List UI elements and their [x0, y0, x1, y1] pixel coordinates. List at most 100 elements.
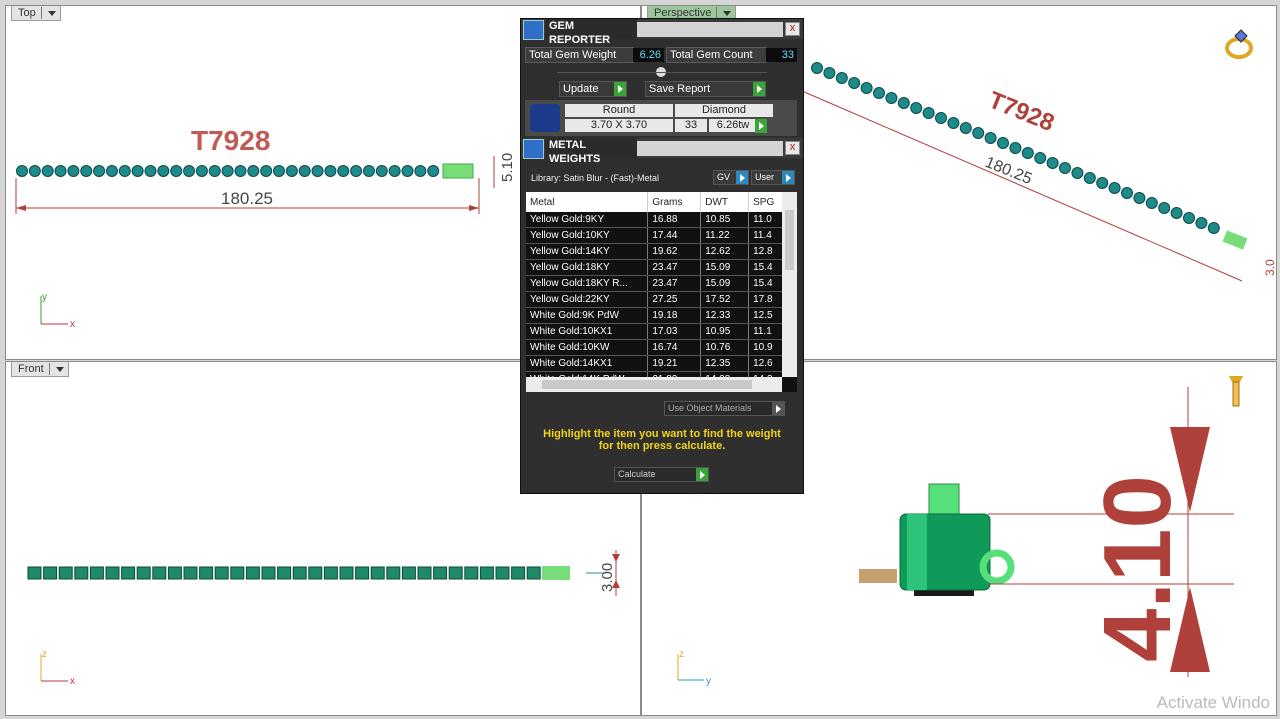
axis-x-label: x	[70, 676, 75, 687]
table-row[interactable]: Yellow Gold:14KY 19.62 12.62 12.8	[526, 243, 782, 260]
calculate-button[interactable]: Calculate	[614, 467, 709, 482]
gem	[131, 165, 144, 177]
column-header[interactable]: SPG	[748, 192, 782, 212]
use-object-materials-dropdown[interactable]: Use Object Materials	[664, 401, 785, 416]
instruction-text: Highlight the item you want to find the …	[543, 428, 781, 452]
gem	[350, 165, 363, 177]
gem-setting	[526, 566, 541, 580]
side-dimension: 3.0	[1263, 259, 1276, 276]
pin-icon[interactable]	[1229, 376, 1243, 407]
table-row[interactable]: Yellow Gold:9KY 16.88 10.85 11.0	[526, 212, 782, 228]
horizontal-scrollbar[interactable]	[526, 377, 782, 392]
gem	[234, 165, 247, 177]
vertical-scrollbar[interactable]	[782, 192, 797, 377]
gem-setting	[495, 566, 510, 580]
gem	[67, 165, 80, 177]
close-icon[interactable]: x	[785, 22, 800, 36]
chevron-down-icon[interactable]	[47, 10, 56, 16]
gem	[959, 122, 972, 134]
height-dimension: 4.10	[1084, 475, 1191, 662]
gem-go-button[interactable]	[755, 119, 767, 133]
close-icon[interactable]: x	[785, 141, 800, 155]
gem	[105, 165, 118, 177]
chevron-down-icon[interactable]	[55, 366, 64, 372]
table-row[interactable]: Yellow Gold:18KY 23.47 15.09 15.4	[526, 259, 782, 276]
gem-setting	[58, 566, 73, 580]
gem	[41, 165, 54, 177]
axis-z-label: z	[679, 649, 684, 660]
gem	[54, 165, 67, 177]
windows-activation-watermark: Activate Windo	[1156, 693, 1270, 712]
table-cell: Yellow Gold:10KY	[526, 227, 649, 244]
table-header-row: Metal Grams DWT SPG	[526, 192, 782, 212]
gv-toggle[interactable]: GV	[713, 170, 749, 185]
table-row[interactable]: White Gold:10KW 16.74 10.76 10.9	[526, 339, 782, 356]
gem	[118, 165, 131, 177]
gem-setting	[308, 566, 323, 580]
gem-setting	[167, 566, 182, 580]
length-dimension: 180.25	[221, 189, 273, 208]
column-header[interactable]: Grams	[647, 192, 702, 212]
ring-icon[interactable]	[1225, 29, 1253, 59]
save-report-button[interactable]: Save Report	[645, 81, 766, 97]
table-cell: 15.4	[748, 259, 782, 276]
total-gem-weight-value: 6.26	[633, 48, 664, 62]
table-cell: 17.03	[647, 323, 702, 340]
metal-table[interactable]: Metal Grams DWT SPG Yellow Gold:9KY 16.88 10.…	[526, 192, 797, 392]
table-cell: White Gold:10KX1	[526, 323, 649, 340]
total-gem-count-label: Total Gem Count	[666, 47, 767, 63]
table-cell: 11.0	[748, 212, 782, 228]
table-row[interactable]: White Gold:14KX1 19.21 12.35 12.6	[526, 355, 782, 372]
table-row[interactable]: Yellow Gold:10KY 17.44 11.22 11.4	[526, 227, 782, 244]
gem	[427, 165, 440, 177]
table-cell: 12.33	[700, 307, 750, 324]
gem-setting	[433, 566, 448, 580]
gem	[885, 92, 898, 104]
table-cell: 12.6	[748, 355, 782, 372]
gem-setting	[136, 566, 151, 580]
table-row[interactable]: Yellow Gold:18KY R... 23.47 15.09 15.4	[526, 275, 782, 292]
gem-chain	[16, 165, 440, 177]
gem-row[interactable]: Round Diamond 3.70 X 3.70 33 6.26tw	[525, 100, 797, 136]
viewport-tab-top[interactable]: Top	[11, 6, 61, 21]
update-button-label: Update	[563, 83, 599, 95]
play-icon	[614, 82, 626, 96]
gem	[1195, 217, 1208, 229]
viewport-tab-front[interactable]: Front	[11, 362, 69, 377]
gem	[860, 82, 873, 94]
metal-weights-titlebar[interactable]: METAL WEIGHTS x	[521, 138, 803, 165]
chevron-down-icon	[772, 402, 784, 415]
update-button[interactable]: Update	[559, 81, 627, 97]
table-row[interactable]: Yellow Gold:22KY 27.25 17.52 17.8	[526, 291, 782, 308]
play-icon	[753, 82, 765, 96]
chevron-down-icon[interactable]	[723, 10, 732, 16]
gem	[183, 165, 196, 177]
table-row[interactable]: White Gold:9K PdW 19.18 12.33 12.5	[526, 307, 782, 324]
gem	[337, 165, 350, 177]
gem	[144, 165, 157, 177]
gem-reporter-titlebar[interactable]: GEM REPORTER x	[521, 19, 803, 46]
gem	[157, 165, 170, 177]
table-cell: 10.85	[700, 212, 750, 228]
calculate-label: Calculate	[618, 469, 656, 479]
table-cell: 15.09	[700, 259, 750, 276]
gem	[935, 112, 947, 124]
table-cell: 11.4	[748, 227, 782, 244]
gem	[28, 165, 41, 177]
clasp-model	[859, 483, 1015, 596]
table-row[interactable]: White Gold:10KX1 17.03 10.95 11.1	[526, 323, 782, 340]
gem	[897, 97, 910, 109]
user-toggle[interactable]: User	[751, 170, 795, 185]
axis-y-label: y	[42, 292, 47, 303]
gem	[835, 72, 848, 84]
gem	[324, 165, 337, 177]
gem	[1071, 167, 1084, 179]
column-header[interactable]: DWT	[700, 192, 750, 212]
gem-setting	[464, 566, 479, 580]
table-cell: Yellow Gold:18KY	[526, 259, 649, 276]
column-header[interactable]: Metal	[526, 192, 649, 212]
gem	[1183, 212, 1195, 224]
gem	[922, 107, 935, 119]
gem-setting	[89, 566, 104, 580]
gem	[285, 165, 298, 177]
